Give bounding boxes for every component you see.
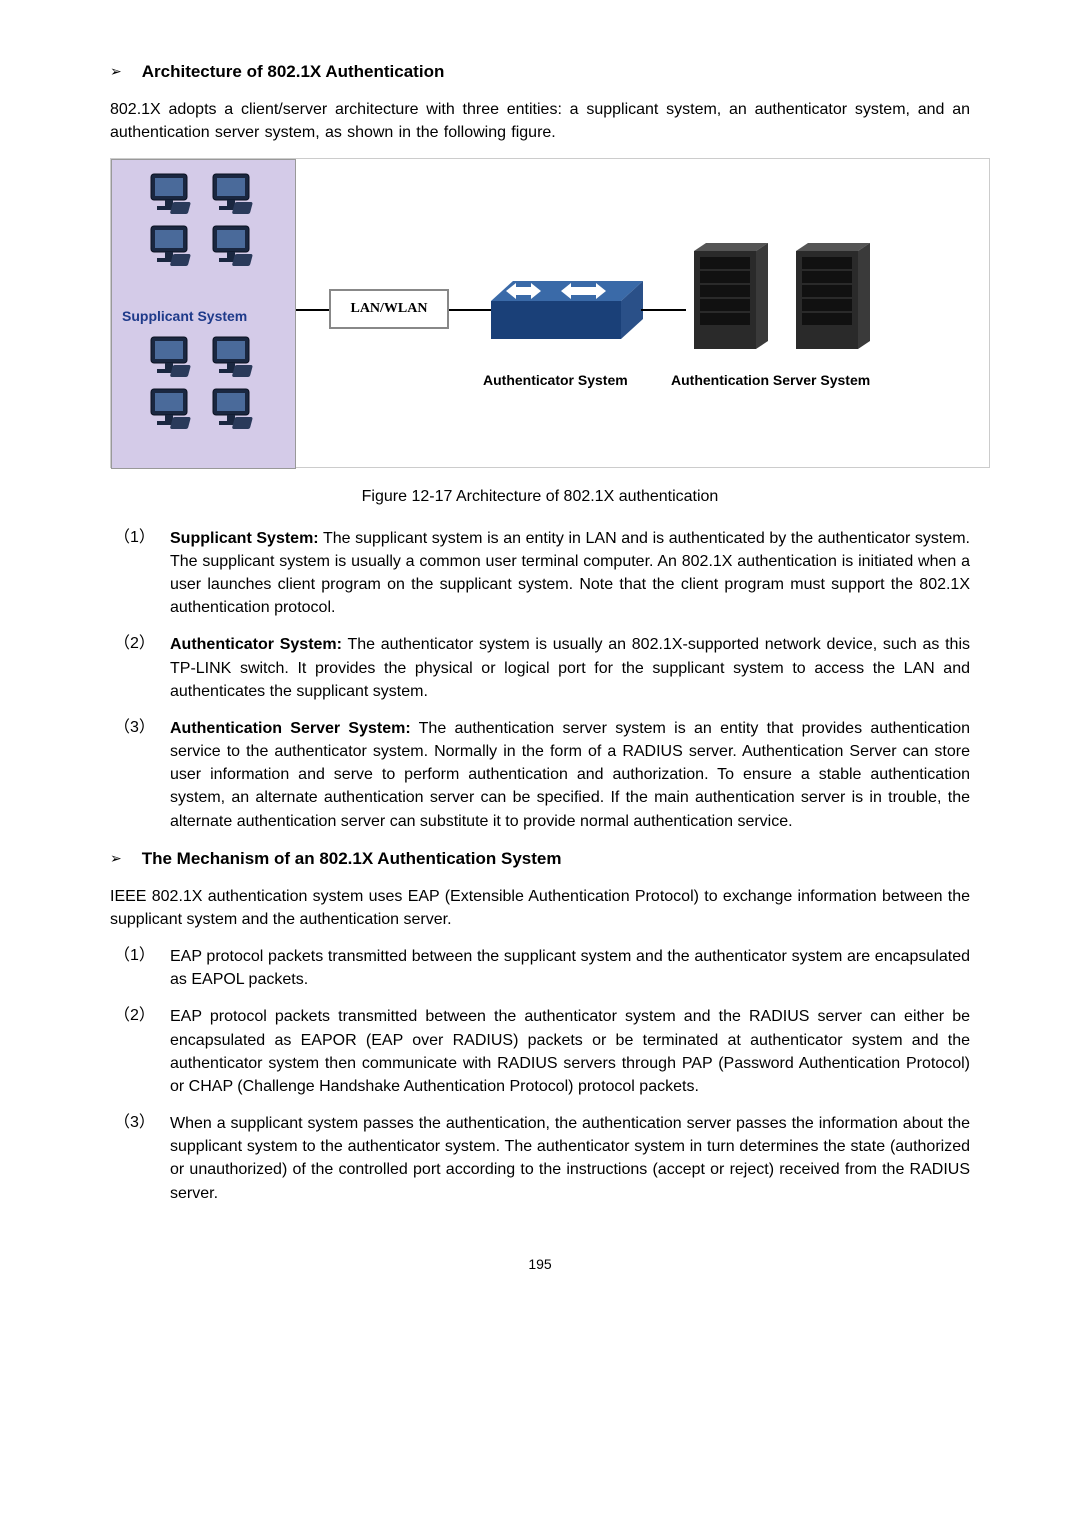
list-marker: （3） xyxy=(110,1112,170,1205)
term-label: Supplicant System: xyxy=(170,530,319,547)
definition-content: Supplicant System: The supplicant system… xyxy=(170,527,970,620)
supplicant-label: Supplicant System xyxy=(122,307,247,327)
mechanism-item-2: （2） EAP protocol packets transmitted bet… xyxy=(110,1005,970,1098)
connector-line xyxy=(641,309,686,311)
mechanism-item-3: （3） When a supplicant system passes the … xyxy=(110,1112,970,1205)
intro-paragraph-2: IEEE 802.1X authentication system uses E… xyxy=(110,885,970,931)
computer-group-bottom xyxy=(140,335,270,431)
heading2-text: The Mechanism of an 802.1X Authenticatio… xyxy=(142,847,562,871)
term-label: Authentication Server System: xyxy=(170,720,411,737)
server-icon xyxy=(686,239,776,354)
computer-icon xyxy=(209,335,263,379)
server-icon xyxy=(788,239,878,354)
list-marker: （1） xyxy=(110,945,170,991)
server-pair xyxy=(686,239,894,359)
authenticator-label: Authenticator System xyxy=(483,371,628,391)
computer-icon xyxy=(147,224,201,268)
computer-group-top xyxy=(140,172,270,268)
definition-content: Authenticator System: The authenticator … xyxy=(170,633,970,703)
definition-content: Authentication Server System: The authen… xyxy=(170,717,970,833)
section-heading-2: ➢ The Mechanism of an 802.1X Authenticat… xyxy=(110,847,970,871)
computer-icon xyxy=(147,172,201,216)
term-label: Authenticator System: xyxy=(170,636,342,653)
lan-label: LAN/WLAN xyxy=(350,299,427,319)
intro-paragraph-1: 802.1X adopts a client/server architectu… xyxy=(110,98,970,144)
connector-line xyxy=(296,309,329,311)
supplicant-panel: Supplicant System xyxy=(111,159,296,469)
list-marker: （3） xyxy=(110,717,170,833)
computer-icon xyxy=(209,387,263,431)
bullet-arrow-icon: ➢ xyxy=(110,849,122,869)
mechanism-text: When a supplicant system passes the auth… xyxy=(170,1112,970,1205)
bullet-arrow-icon: ➢ xyxy=(110,62,122,82)
computer-icon xyxy=(209,224,263,268)
definition-item-2: （2） Authenticator System: The authentica… xyxy=(110,633,970,703)
heading1-text: Architecture of 802.1X Authentication xyxy=(142,60,445,84)
definition-item-1: （1） Supplicant System: The supplicant sy… xyxy=(110,527,970,620)
auth-server-label: Authentication Server System xyxy=(671,371,870,391)
lan-wlan-box: LAN/WLAN xyxy=(329,289,449,329)
switch-icon xyxy=(481,271,643,349)
computer-icon xyxy=(147,387,201,431)
architecture-diagram: Supplicant System LAN/WLAN Authenticator… xyxy=(110,158,990,468)
figure-caption: Figure 12-17 Architecture of 802.1X auth… xyxy=(110,486,970,508)
section-heading-1: ➢ Architecture of 802.1X Authentication xyxy=(110,60,970,84)
list-marker: （1） xyxy=(110,527,170,620)
definition-item-3: （3） Authentication Server System: The au… xyxy=(110,717,970,833)
page-number: 195 xyxy=(110,1255,970,1275)
computer-icon xyxy=(147,335,201,379)
computer-icon xyxy=(209,172,263,216)
mechanism-item-1: （1） EAP protocol packets transmitted bet… xyxy=(110,945,970,991)
mechanism-text: EAP protocol packets transmitted between… xyxy=(170,945,970,991)
list-marker: （2） xyxy=(110,633,170,703)
mechanism-text: EAP protocol packets transmitted between… xyxy=(170,1005,970,1098)
list-marker: （2） xyxy=(110,1005,170,1098)
